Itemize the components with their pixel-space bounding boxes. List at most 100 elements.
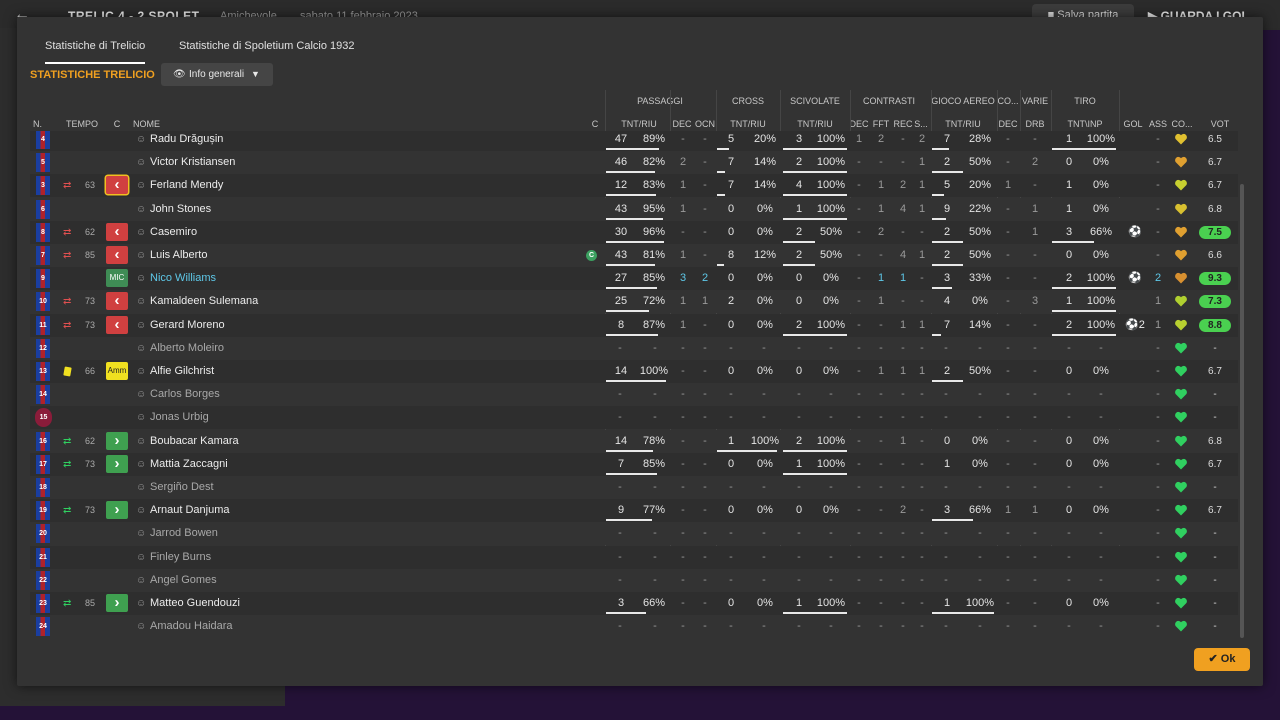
table-row[interactable]: 11 ⇄ 73 ‹ ☺ Gerard Moreno 8 87% 1-0 0% 2 100% - -1 1 7 1… — [30, 313, 1238, 337]
sub-out-badge[interactable]: ‹ — [106, 292, 128, 311]
table-row[interactable]: 18 ☺ Sergiño Dest - - - - - - - - - - - - - - - - - - - - — [30, 476, 1238, 499]
player-name[interactable]: Radu Drăgușin — [150, 131, 223, 151]
sub-out-badge[interactable]: ‹ — [106, 315, 128, 334]
sub-out-icon: ⇄ — [63, 226, 72, 238]
player-name[interactable]: Finley Burns — [150, 546, 211, 569]
cross-pct: 0% — [757, 225, 773, 238]
sub-in-badge[interactable]: › — [106, 454, 128, 473]
player-name[interactable]: Alfie Gilchrist — [150, 360, 214, 383]
col-ass[interactable]: ASS — [1149, 119, 1167, 129]
player-name[interactable]: Matteo Guendouzi — [150, 592, 240, 615]
col-co[interactable]: CO... — [1171, 119, 1192, 129]
player-name[interactable]: Victor Kristiansen — [150, 151, 235, 174]
table-row[interactable]: 7 ⇄ 85 ‹ ☺ Luis Alberto C 43 81% 1-8 12% 2 50% - -4 1 2 5… — [30, 244, 1238, 267]
empty-cell: - — [703, 481, 707, 493]
player-name[interactable]: Jarrod Bowen — [150, 522, 218, 545]
sub-in-badge[interactable]: › — [106, 431, 128, 450]
col-fft[interactable]: FFT — [873, 119, 890, 129]
col-s[interactable]: S... — [914, 119, 928, 129]
col-vot[interactable]: VOT — [1211, 119, 1230, 129]
table-row[interactable]: 17 ⇄ 73 › ☺ Mattia Zaccagni 7 85% - -0 0% 1 100% - - - -… — [30, 452, 1238, 476]
empty-cell: - — [1099, 388, 1103, 401]
aerial-bar — [932, 264, 963, 266]
table-row[interactable]: 19 ⇄ 73 › ☺ Arnaut Danjuma 9 77% - -0 0% 0 0% - -2-3 66… — [30, 499, 1238, 523]
ok-button[interactable]: ✔ Ok — [1194, 648, 1250, 671]
col-rec[interactable]: REC — [893, 119, 912, 129]
table-row[interactable]: 22 ☺ Angel Gomes - - - - - - - - - - - - - - - - - - - - — [30, 568, 1238, 592]
player-name[interactable]: Arnaut Danjuma — [150, 499, 230, 522]
scrollbar[interactable] — [1240, 184, 1244, 638]
player-name[interactable]: Boubacar Kamara — [150, 430, 239, 453]
col-c2[interactable]: C — [592, 119, 599, 129]
player-name[interactable]: Angel Gomes — [150, 569, 217, 592]
table-row[interactable]: 21 ☺ Finley Burns - - - - - - - - - - - - - - - - - - - - — [30, 545, 1238, 569]
player-name[interactable]: Luis Alberto — [150, 244, 207, 267]
col-dec[interactable]: DEC — [672, 119, 691, 129]
col-cross[interactable]: TNT/RIU — [730, 119, 766, 129]
booked-badge[interactable]: Amm — [106, 362, 128, 380]
contrast-rec: 1 — [899, 365, 907, 377]
sub-minute: 73 — [84, 458, 96, 469]
col-aerial[interactable]: TNT/RIU — [945, 119, 981, 129]
tab-trelicio-stats[interactable]: Statistiche di Trelicio — [45, 40, 146, 64]
table-row[interactable]: 23 ⇄ 85 › ☺ Matteo Guendouzi 3 66% - -0 0% 1 100% - - -… — [30, 592, 1238, 615]
player-name[interactable]: Carlos Borges — [150, 383, 220, 406]
check-icon: ✔ — [1208, 653, 1221, 665]
empty-cell: - — [901, 573, 905, 586]
col-name[interactable]: NOME — [133, 119, 160, 129]
col-c[interactable]: C — [114, 119, 121, 129]
player-name[interactable]: Sergiño Dest — [150, 476, 214, 499]
col-shot[interactable]: TNT\INP — [1068, 119, 1103, 129]
player-name[interactable]: Jonas Urbig — [150, 406, 209, 429]
role-badge[interactable]: MIC — [106, 269, 128, 288]
table-row[interactable]: 15 ☺ Jonas Urbig - - - - - - - - - - - - - - - - - - - - — [30, 406, 1238, 430]
player-name[interactable]: Gerard Moreno — [150, 314, 225, 337]
table-row[interactable]: 6 ☺ John Stones 43 95% 1-0 0% 1 100% -1 4 1 9 22% -1 1 0… — [30, 197, 1238, 221]
player-name[interactable]: Alberto Moleiro — [150, 337, 224, 360]
player-name[interactable]: Ferland Mendy — [150, 174, 223, 197]
player-name[interactable]: Nico Williams — [150, 267, 216, 290]
view-dropdown[interactable]: 👁 Info generali ▼ — [161, 63, 273, 86]
tackle-attempts: 0 — [795, 365, 803, 377]
col-codec[interactable]: DEC — [998, 119, 1017, 129]
table-row[interactable]: 14 ☺ Carlos Borges - - - - - - - - - - - - - - - - - - - - — [30, 383, 1238, 407]
contrast-rec: 1 — [899, 272, 907, 285]
co-dec: - — [1006, 318, 1010, 331]
table-row[interactable]: 20 ☺ Jarrod Bowen - - - - - - - - - - - - - - - - - - - - — [30, 522, 1238, 546]
col-drb[interactable]: DRB — [1025, 119, 1044, 129]
sub-in-badge[interactable]: › — [106, 501, 128, 520]
table-row[interactable]: 10 ⇄ 73 ‹ ☺ Kamaldeen Sulemana 25 72% 1 1 2 0% 0 0% -1… — [30, 290, 1238, 314]
empty-cell: - — [618, 620, 622, 633]
col-cdec[interactable]: DEC — [849, 119, 868, 129]
table-row[interactable]: 3 ⇄ 63 ‹ ☺ Ferland Mendy 12 83% 1-7 14% 4 100% -1 2 1 5… — [30, 174, 1238, 198]
empty-cell: - — [978, 573, 982, 586]
player-name[interactable]: John Stones — [150, 198, 211, 221]
col-tackle[interactable]: TNT/RIU — [797, 119, 833, 129]
table-row[interactable]: 13 66 Amm ☺ Alfie Gilchrist 14 100% - -0 0% 0 0% -1 1… — [30, 360, 1238, 383]
tackle-bar — [783, 240, 815, 243]
table-row[interactable]: 8 ⇄ 62 ‹ ☺ Casemiro 30 96% - -0 0% 2 50% -2- -2 50% -1 3 6… — [30, 220, 1238, 244]
player-name[interactable]: Mattia Zaccagni — [150, 453, 228, 476]
tab-spoletium-stats[interactable]: Statistiche di Spoletium Calcio 1932 — [179, 40, 354, 62]
col-ocn[interactable]: OCN — [695, 119, 715, 129]
table-row[interactable]: 5 ☺ Victor Kristiansen 46 82% 2-7 14% 2 100% - - -1… — [30, 151, 1238, 175]
player-name[interactable]: Casemiro — [150, 221, 197, 244]
table-row[interactable]: 9 MIC ☺ Nico Williams 27 85% 3 2 0 0% 0 0% -1 1-3 33% -… — [30, 267, 1238, 291]
table-row[interactable]: 16 ⇄ 62 › ☺ Boubacar Kamara 14 78% - -1 100% 2 100% -… — [30, 429, 1238, 453]
sub-in-badge[interactable]: › — [106, 594, 128, 612]
sub-out-badge[interactable]: ‹ — [106, 246, 128, 264]
col-num[interactable]: N. — [33, 119, 42, 129]
sub-out-badge[interactable]: ‹ — [106, 176, 128, 195]
table-row[interactable]: 4 ☺ Radu Drăgușin 47 89% - -5 20% 3 100% 1 2-2 7 28% -… — [30, 131, 1238, 151]
player-name[interactable]: Amadou Haidara — [150, 615, 233, 638]
table-row[interactable]: 12 ☺ Alberto Moleiro - - - - - - - - - - - - - - - - - - - - — [30, 336, 1238, 360]
table-row[interactable]: 24 ☺ Amadou Haidara - - - - - - - - - - - - - - - - - - - - — [30, 615, 1238, 639]
col-gol[interactable]: GOL — [1123, 119, 1142, 129]
empty-cell: - — [1099, 620, 1103, 633]
col-time[interactable]: TEMPO — [66, 119, 98, 129]
empty-cell: - — [944, 573, 948, 586]
player-name[interactable]: Kamaldeen Sulemana — [150, 290, 258, 313]
sub-out-badge[interactable]: ‹ — [106, 222, 128, 241]
contrast-rec: 4 — [899, 202, 907, 215]
col-pass[interactable]: TNT/RIU — [621, 119, 657, 129]
